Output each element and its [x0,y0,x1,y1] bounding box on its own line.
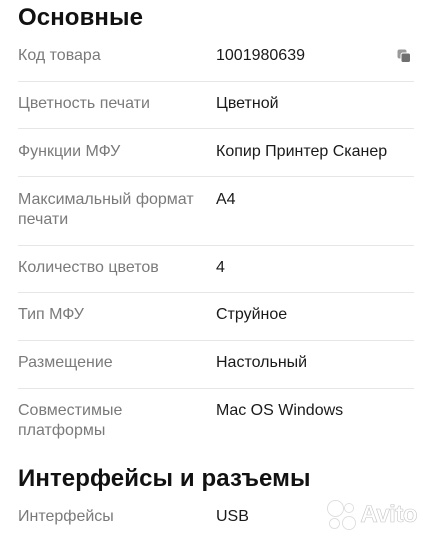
spec-value: Копир Принтер Сканер [216,143,388,160]
spec-label: Количество цветов [18,259,159,276]
section-title-main: Основные [18,4,144,31]
watermark-text: Avito [360,501,418,529]
row-divider [18,81,414,82]
spec-value: Цветной [216,95,279,112]
spec-label: Максимальный формат печати [18,191,194,228]
spec-label: Совместимые платформы [18,402,123,439]
row-divider [18,388,414,389]
spec-value: Настольный [216,354,308,371]
spec-label: Тип МФУ [18,306,84,323]
row-divider [18,340,414,341]
spec-value: Mac OS Windows [216,402,344,419]
spec-label: Интерфейсы [18,508,114,525]
row-divider [18,176,414,177]
product-specs: Основные Код товара 1001980639 Цветность… [0,0,427,540]
row-divider [18,128,414,129]
spec-label: Цветность печати [18,95,150,112]
spec-label: Размещение [18,354,113,371]
copy-icon[interactable] [396,48,412,64]
spec-value: 4 [216,259,225,276]
avito-watermark: Avito [326,500,418,530]
section-title-interfaces: Интерфейсы и разъемы [18,465,311,492]
row-divider [18,245,414,246]
row-divider [18,292,414,293]
spec-label: Функции МФУ [18,143,121,160]
avito-logo-icon [326,500,356,530]
spec-label: Код товара [18,47,101,64]
spec-value: Струйное [216,306,288,323]
spec-value: А4 [216,191,236,208]
spec-value: 1001980639 [216,47,305,64]
